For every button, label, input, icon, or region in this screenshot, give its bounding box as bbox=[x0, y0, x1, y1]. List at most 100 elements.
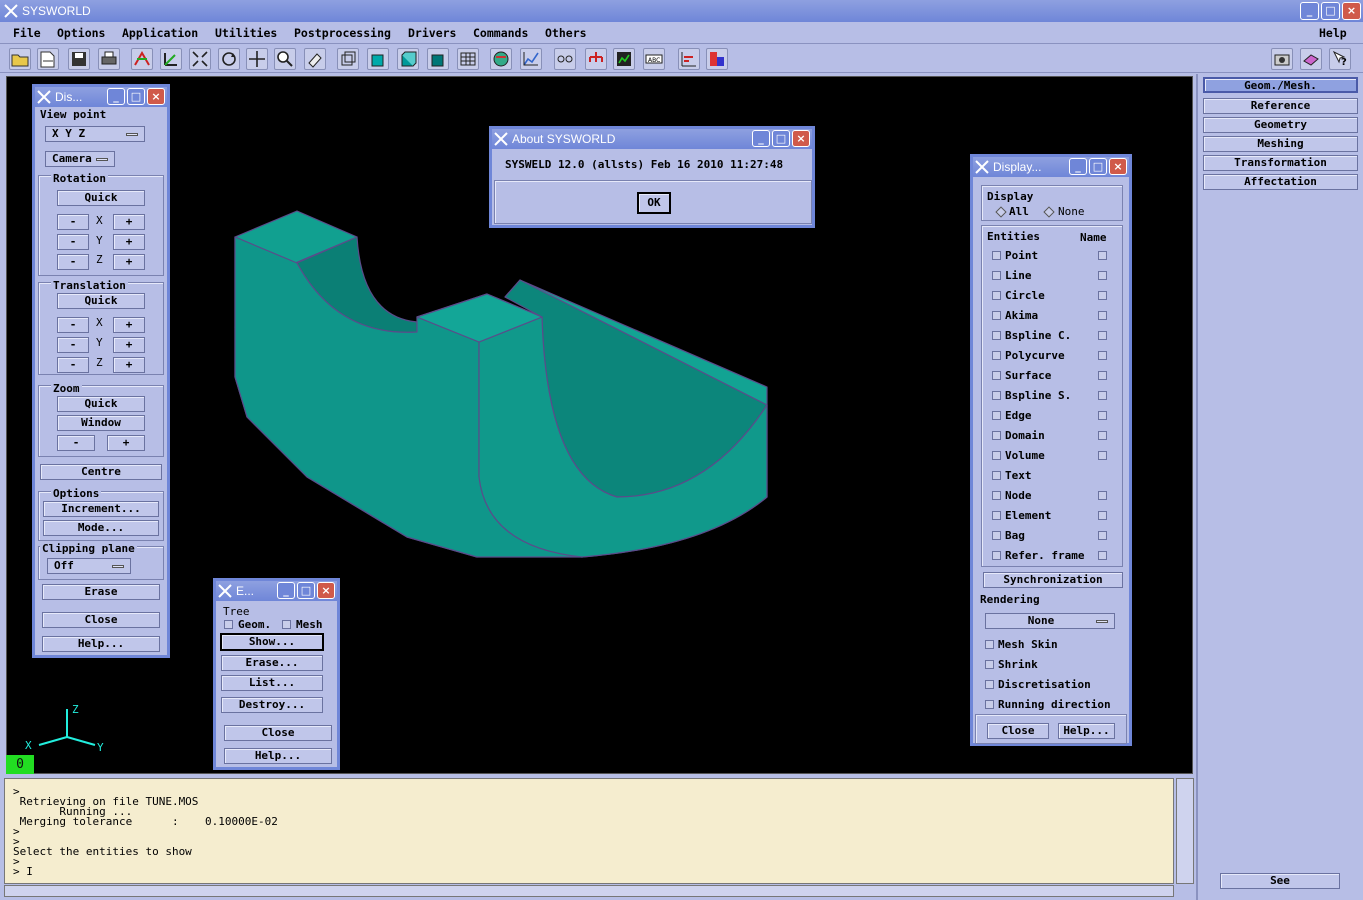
rotation-z-minus[interactable]: - bbox=[57, 254, 89, 270]
pan-icon[interactable] bbox=[246, 48, 268, 70]
geom-checkbox[interactable] bbox=[224, 620, 233, 629]
entities-close-panel-button[interactable]: Close bbox=[224, 725, 332, 741]
close-panel-button[interactable]: Close bbox=[42, 612, 160, 628]
minimize-button[interactable]: _ bbox=[1300, 2, 1319, 20]
translation-z-minus[interactable]: - bbox=[57, 357, 89, 373]
chart-icon[interactable] bbox=[678, 48, 700, 70]
destroy-button[interactable]: Destroy... bbox=[221, 697, 323, 713]
entity-name-checkbox[interactable] bbox=[1098, 531, 1107, 540]
entity-checkbox-text[interactable] bbox=[992, 471, 1001, 480]
zoom-minus-button[interactable]: - bbox=[57, 435, 95, 451]
close-button[interactable]: × bbox=[1342, 2, 1361, 20]
view-point-xyz-dropdown[interactable]: X Y Z bbox=[45, 126, 145, 142]
entity-name-checkbox[interactable] bbox=[1098, 271, 1107, 280]
about-dialog-titlebar[interactable]: About SYSWORLD _ □ × bbox=[492, 129, 812, 149]
erase-button[interactable]: Erase bbox=[42, 584, 160, 600]
increment-button[interactable]: Increment... bbox=[43, 501, 159, 517]
entity-name-checkbox[interactable] bbox=[1098, 331, 1107, 340]
entities-panel-titlebar[interactable]: E... _ □ × bbox=[216, 581, 337, 601]
menu-file[interactable]: File bbox=[13, 26, 41, 40]
zoom-window-button[interactable]: Window bbox=[57, 415, 145, 431]
synchronization-button[interactable]: Synchronization bbox=[983, 572, 1123, 588]
entity-checkbox-edge[interactable] bbox=[992, 411, 1001, 420]
meshing-button[interactable]: Meshing bbox=[1203, 136, 1358, 152]
translation-quick-button[interactable]: Quick bbox=[57, 293, 145, 309]
tree-icon[interactable] bbox=[585, 48, 607, 70]
abc-icon[interactable]: ABC bbox=[643, 48, 665, 70]
graph-icon[interactable] bbox=[520, 48, 542, 70]
color-map-icon[interactable] bbox=[706, 48, 728, 70]
console-vertical-scrollbar[interactable] bbox=[1176, 778, 1194, 884]
axes-icon[interactable] bbox=[160, 48, 182, 70]
rotation-x-plus[interactable]: + bbox=[113, 214, 145, 230]
entities-maximize-button[interactable]: □ bbox=[297, 582, 315, 599]
menu-help[interactable]: Help bbox=[1319, 26, 1347, 40]
panel-close-button[interactable]: × bbox=[147, 88, 165, 105]
menu-others[interactable]: Others bbox=[545, 26, 587, 40]
entity-name-checkbox[interactable] bbox=[1098, 451, 1107, 460]
render-option-checkbox[interactable] bbox=[985, 700, 994, 709]
entity-name-checkbox[interactable] bbox=[1098, 251, 1107, 260]
transformation-button[interactable]: Transformation bbox=[1203, 155, 1358, 171]
menu-options[interactable]: Options bbox=[57, 26, 105, 40]
entity-checkbox-point[interactable] bbox=[992, 251, 1001, 260]
display2-close-button[interactable]: × bbox=[1109, 158, 1127, 175]
translation-z-plus[interactable]: + bbox=[113, 357, 145, 373]
display2-help-button[interactable]: Help... bbox=[1058, 723, 1115, 739]
mesh-checkbox[interactable] bbox=[282, 620, 291, 629]
menu-commands[interactable]: Commands bbox=[473, 26, 528, 40]
entity-name-checkbox[interactable] bbox=[1098, 491, 1107, 500]
entity-checkbox-domain[interactable] bbox=[992, 431, 1001, 440]
entity-checkbox-bspline-c[interactable] bbox=[992, 331, 1001, 340]
entity-name-checkbox[interactable] bbox=[1098, 311, 1107, 320]
entities-help-button[interactable]: Help... bbox=[224, 748, 332, 764]
open-file-icon[interactable] bbox=[37, 48, 59, 70]
rotation-quick-button[interactable]: Quick bbox=[57, 190, 145, 206]
console-horizontal-scrollbar[interactable] bbox=[4, 885, 1174, 897]
help-icon[interactable]: ? bbox=[1329, 48, 1351, 70]
save-icon[interactable] bbox=[68, 48, 90, 70]
box-grid-icon[interactable] bbox=[457, 48, 479, 70]
camera-dropdown[interactable]: Camera bbox=[45, 151, 115, 167]
entity-name-checkbox[interactable] bbox=[1098, 511, 1107, 520]
display2-titlebar[interactable]: Display... _ □ × bbox=[973, 157, 1129, 177]
console-output[interactable]: > Retrieving on file TUNE.MOS Running ..… bbox=[4, 778, 1174, 884]
book-icon[interactable] bbox=[1300, 48, 1322, 70]
entities-close-button[interactable]: × bbox=[317, 582, 335, 599]
translation-x-minus[interactable]: - bbox=[57, 317, 89, 333]
entities-minimize-button[interactable]: _ bbox=[277, 582, 295, 599]
entity-checkbox-circle[interactable] bbox=[992, 291, 1001, 300]
about-maximize-button[interactable]: □ bbox=[772, 130, 790, 147]
display2-minimize-button[interactable]: _ bbox=[1069, 158, 1087, 175]
entity-name-checkbox[interactable] bbox=[1098, 351, 1107, 360]
entity-checkbox-polycurve[interactable] bbox=[992, 351, 1001, 360]
mode-button[interactable]: Mode... bbox=[43, 520, 159, 536]
entity-checkbox-bag[interactable] bbox=[992, 531, 1001, 540]
reference-button[interactable]: Reference bbox=[1203, 98, 1358, 114]
entity-checkbox-node[interactable] bbox=[992, 491, 1001, 500]
entity-name-checkbox[interactable] bbox=[1098, 431, 1107, 440]
entity-checkbox-surface[interactable] bbox=[992, 371, 1001, 380]
show-button[interactable]: Show... bbox=[220, 633, 324, 651]
maximize-button[interactable]: □ bbox=[1321, 2, 1340, 20]
entity-name-checkbox[interactable] bbox=[1098, 391, 1107, 400]
menu-drivers[interactable]: Drivers bbox=[408, 26, 456, 40]
centre-button[interactable]: Centre bbox=[40, 464, 162, 480]
help-button[interactable]: Help... bbox=[42, 636, 160, 652]
zoom-plus-button[interactable]: + bbox=[107, 435, 145, 451]
box-shade-icon[interactable] bbox=[397, 48, 419, 70]
entity-name-checkbox[interactable] bbox=[1098, 551, 1107, 560]
globe-icon[interactable] bbox=[490, 48, 512, 70]
entity-name-checkbox[interactable] bbox=[1098, 371, 1107, 380]
rotate-icon[interactable] bbox=[218, 48, 240, 70]
affectation-button[interactable]: Affectation bbox=[1203, 174, 1358, 190]
zoom-icon[interactable] bbox=[274, 48, 296, 70]
clipping-plane-dropdown[interactable]: Off bbox=[47, 558, 131, 574]
entity-checkbox-volume[interactable] bbox=[992, 451, 1001, 460]
3d-model[interactable] bbox=[234, 210, 768, 558]
about-close-button[interactable]: × bbox=[792, 130, 810, 147]
panel-minimize-button[interactable]: _ bbox=[107, 88, 125, 105]
chip-icon[interactable] bbox=[613, 48, 635, 70]
render-option-checkbox[interactable] bbox=[985, 680, 994, 689]
translation-x-plus[interactable]: + bbox=[113, 317, 145, 333]
